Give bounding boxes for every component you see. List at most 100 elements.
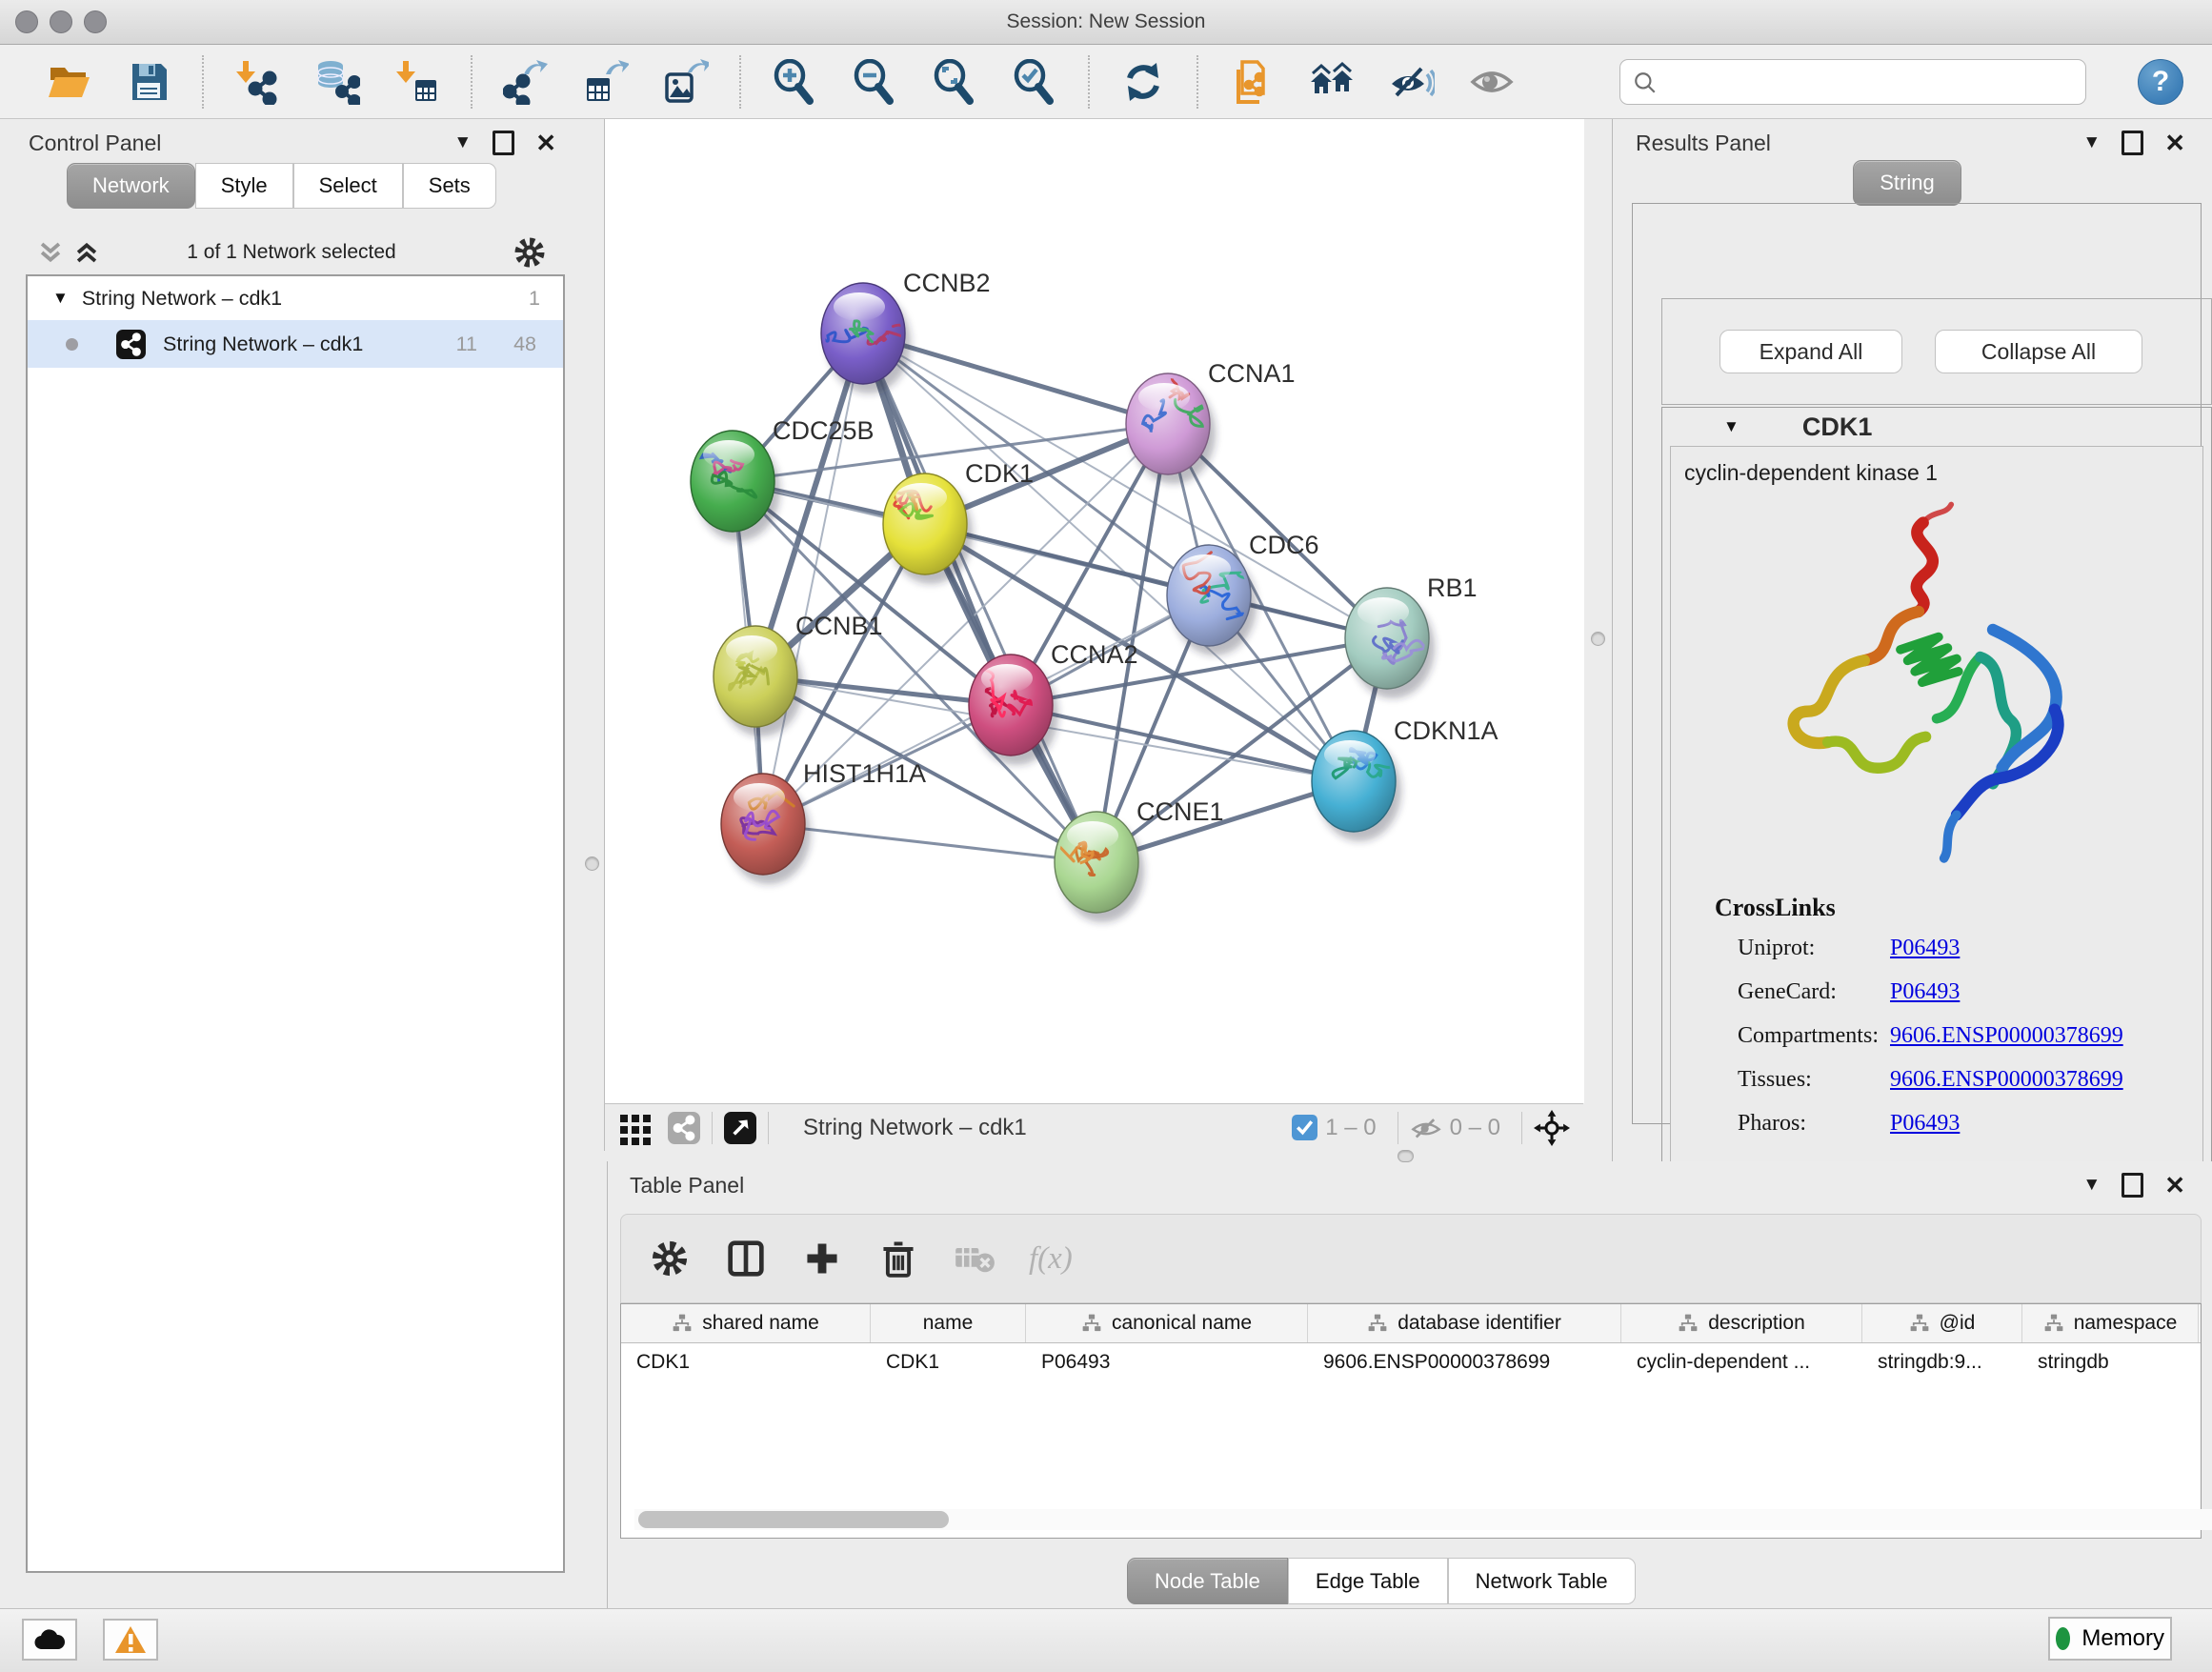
tab-node-table[interactable]: Node Table [1127,1558,1288,1604]
protein-header[interactable]: ▼ CDK1 [1662,408,2211,446]
import-table-button[interactable] [391,55,444,109]
network-row[interactable]: String Network – cdk1 11 48 [28,320,563,368]
grid-view-icon[interactable] [618,1111,653,1145]
tab-edge-table[interactable]: Edge Table [1288,1558,1448,1604]
first-neighbors-button[interactable] [1305,55,1358,109]
panel-menu-icon[interactable]: ▼ [2082,132,2101,153]
collapse-all-button[interactable]: Collapse All [1935,330,2142,373]
network-node-ccna2[interactable] [969,655,1058,765]
show-columns-button[interactable] [724,1237,768,1280]
hide-selected-button[interactable] [1385,55,1438,109]
zoom-selected-button[interactable] [1008,55,1061,109]
collection-caret-icon[interactable]: ▼ [52,289,69,308]
column-header-namespace[interactable]: namespace [2022,1304,2199,1342]
add-column-button[interactable] [800,1237,844,1280]
horizontal-splitter-grip[interactable] [1398,1150,1414,1162]
table-cell[interactable]: stringdb [2022,1343,2199,1381]
column-header-shared-name[interactable]: shared name [621,1304,871,1342]
show-all-button[interactable] [1465,55,1518,109]
float-panel-icon[interactable] [2122,1173,2143,1198]
tab-network-table[interactable]: Network Table [1448,1558,1636,1604]
tab-select[interactable]: Select [293,163,403,209]
gear-icon [650,1239,690,1279]
zoom-fit-button[interactable] [928,55,981,109]
table-settings-button[interactable] [648,1237,692,1280]
birdseye-navigator-icon[interactable] [1534,1110,1570,1146]
refresh-button[interactable] [1116,55,1170,109]
import-network-button[interactable] [231,55,284,109]
table-row[interactable]: CDK1CDK1P064939606.ENSP00000378699cyclin… [621,1343,2201,1381]
crosslink-link[interactable]: 9606.ENSP00000378699 [1890,1023,2123,1049]
export-image-icon [663,59,709,105]
right-splitter-grip[interactable] [1591,632,1605,646]
import-table-icon [394,59,440,105]
table-cell[interactable]: CDK1 [621,1343,871,1381]
expand-all-button[interactable]: Expand All [1719,330,1902,373]
column-header-description[interactable]: description [1621,1304,1862,1342]
tab-style[interactable]: Style [195,163,293,209]
table-cell[interactable]: cyclin-dependent ... [1621,1343,1862,1381]
close-panel-icon[interactable]: ✕ [2164,1176,2185,1195]
network-canvas[interactable]: CCNB2CCNA1CDC25BCDK1CDC6RB1CCNB1CCNA2CDK… [604,119,1584,1103]
float-panel-icon[interactable] [493,131,514,155]
table-cell[interactable]: stringdb:9... [1862,1343,2022,1381]
network-node-cdc6[interactable] [1167,545,1268,655]
network-node-cdk1[interactable] [883,473,973,584]
network-node-ccne1[interactable] [1055,812,1144,922]
panel-menu-icon[interactable]: ▼ [2082,1175,2101,1196]
scrollbar-thumb[interactable] [638,1511,949,1528]
network-node-ccnb2[interactable] [800,283,911,393]
duplicate-network-button[interactable] [1225,55,1278,109]
gear-icon[interactable] [513,235,547,270]
string-badge-icon[interactable] [668,1112,700,1144]
protein-caret-icon[interactable]: ▼ [1723,417,1739,436]
column-header--id[interactable]: @id [1862,1304,2022,1342]
crosslink-link[interactable]: 9606.ENSP00000378699 [1890,1067,2123,1093]
panel-menu-icon[interactable]: ▼ [453,132,472,153]
float-panel-icon[interactable] [2122,131,2143,155]
crosslink-row: Compartments:9606.ENSP00000378699 [1671,1014,2202,1058]
column-header-name[interactable]: name [871,1304,1026,1342]
warning-status-button[interactable] [103,1619,158,1661]
zoom-out-button[interactable] [848,55,901,109]
search-input[interactable] [1619,59,2086,105]
network-collection-row[interactable]: ▼ String Network – cdk1 1 [28,276,563,320]
hidden-eye-icon[interactable] [1410,1114,1442,1142]
delete-table-button[interactable] [953,1237,996,1280]
tab-string[interactable]: String [1853,160,1961,206]
open-session-button[interactable] [42,55,95,109]
network-node-cdkn1a[interactable] [1312,731,1401,841]
export-image-button[interactable] [659,55,713,109]
tab-network[interactable]: Network [67,163,195,209]
close-panel-icon[interactable]: ✕ [535,133,556,152]
table-cell[interactable]: P06493 [1026,1343,1308,1381]
column-header-canonical-name[interactable]: canonical name [1026,1304,1308,1342]
zoom-in-button[interactable] [768,55,821,109]
memory-button[interactable]: Memory [2048,1617,2172,1661]
network-node-ccna1[interactable] [1126,373,1216,484]
crosslink-link[interactable]: P06493 [1890,979,1960,1005]
left-splitter-grip[interactable] [585,856,599,871]
export-table-button[interactable] [579,55,633,109]
help-button[interactable]: ? [2138,59,2183,105]
crosslink-link[interactable]: P06493 [1890,1111,1960,1137]
delete-column-button[interactable] [876,1237,920,1280]
cloud-status-button[interactable] [22,1619,77,1661]
close-panel-icon[interactable]: ✕ [2164,133,2185,152]
crosslink-link[interactable]: P06493 [1890,936,1960,961]
table-cell[interactable]: CDK1 [871,1343,1026,1381]
function-builder-icon[interactable]: f(x) [1029,1241,1073,1277]
column-header-database-identifier[interactable]: database identifier [1308,1304,1621,1342]
selected-checkbox-icon[interactable] [1292,1115,1317,1140]
table-cell[interactable]: 9606.ENSP00000378699 [1308,1343,1621,1381]
network-node-rb1[interactable] [1345,588,1435,698]
export-network-button[interactable] [499,55,553,109]
network-graph[interactable]: CCNB2CCNA1CDC25BCDK1CDC6RB1CCNB1CCNA2CDK… [605,119,1584,1103]
tab-sets[interactable]: Sets [403,163,496,209]
save-session-button[interactable] [122,55,175,109]
open-in-new-icon[interactable] [724,1112,756,1144]
import-network-database-button[interactable] [311,55,364,109]
horizontal-scrollbar[interactable] [634,1509,2212,1530]
network-node-cdc25b[interactable] [691,431,780,541]
shared-column-icon [1678,1314,1699,1333]
